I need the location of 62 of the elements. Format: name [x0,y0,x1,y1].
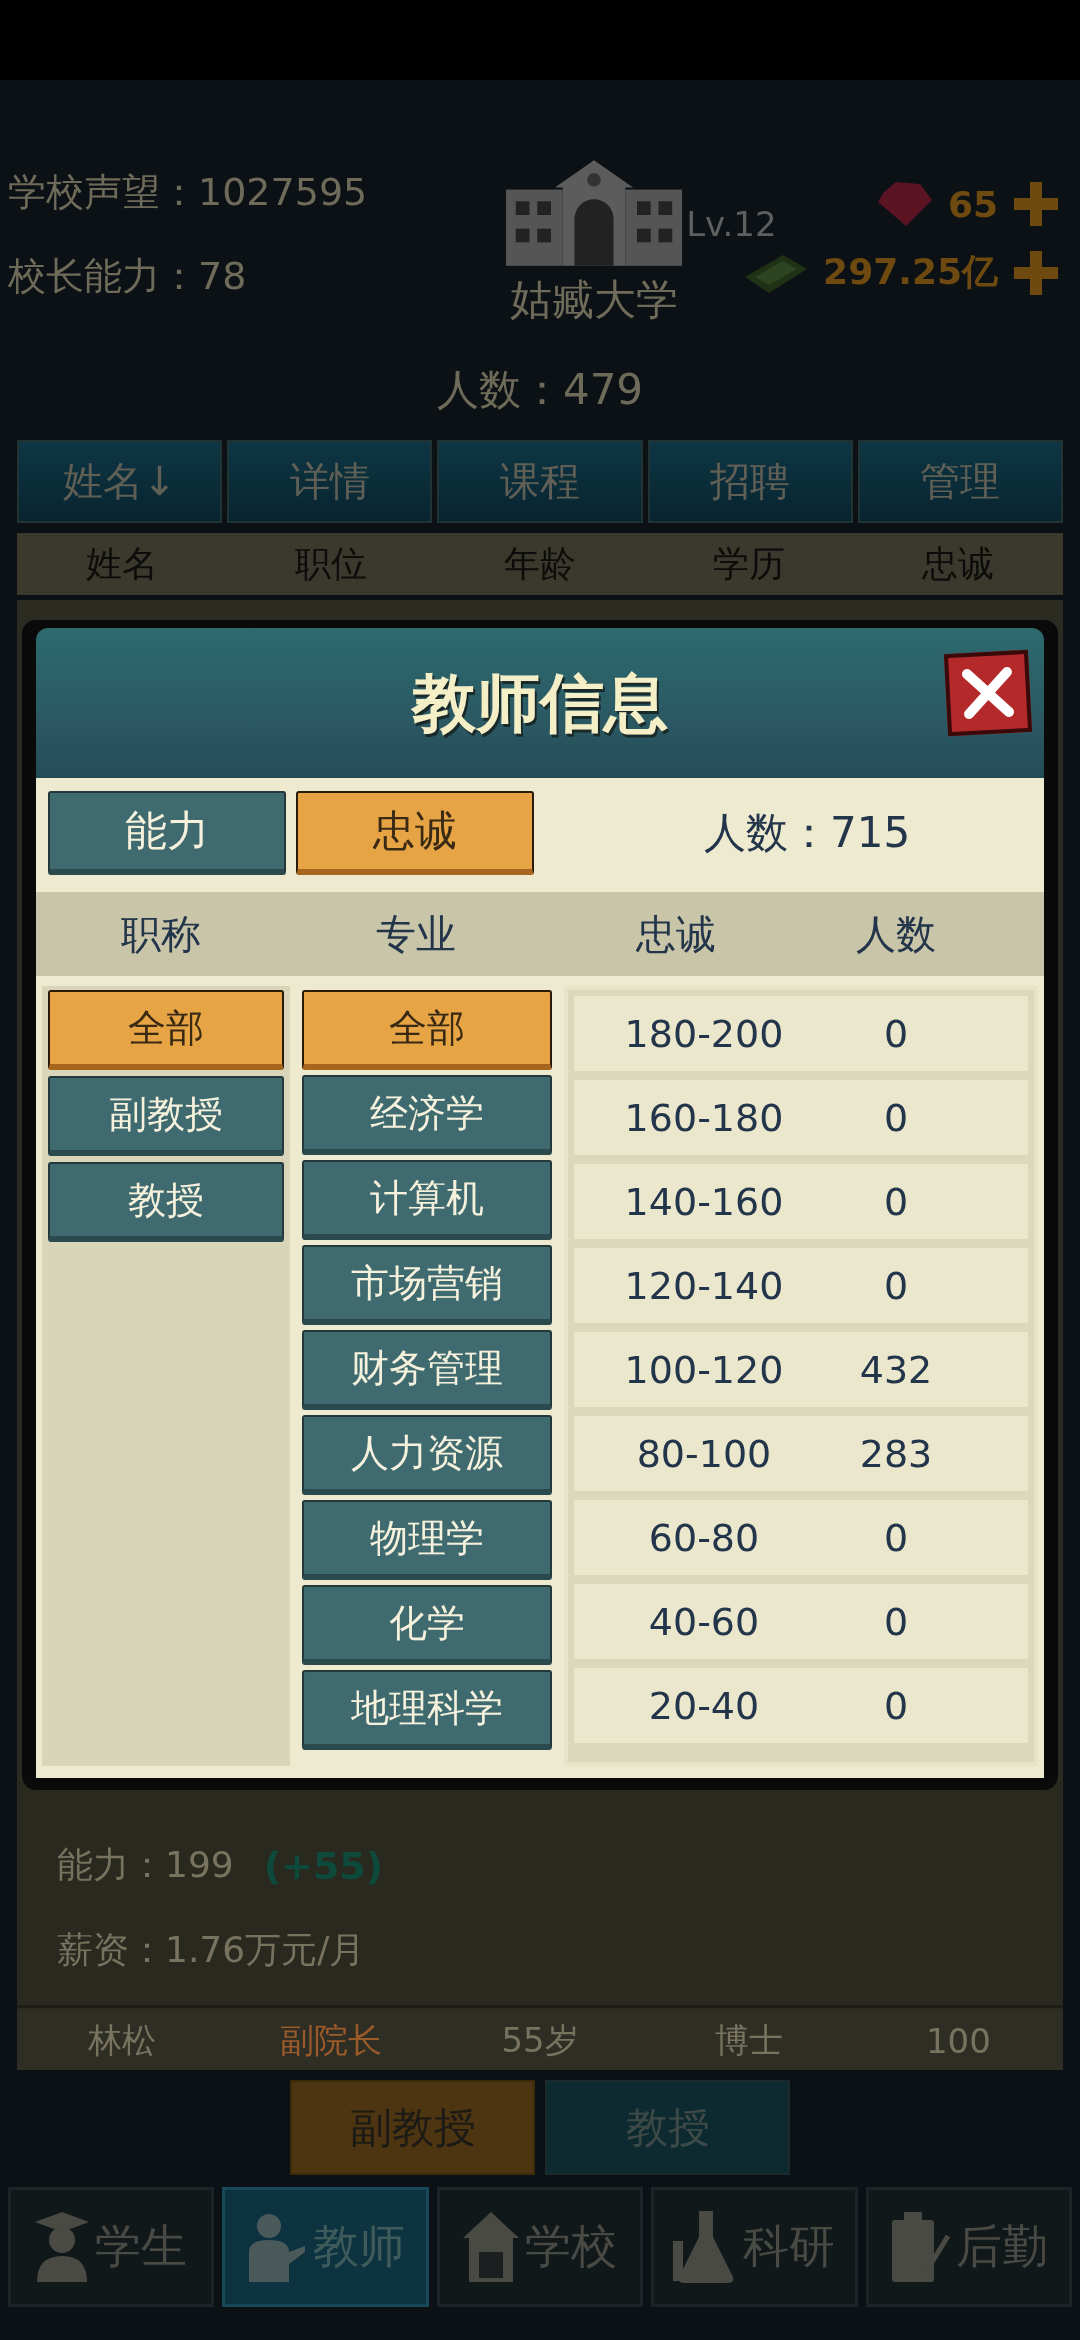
clipboard-icon [889,2212,950,2282]
major-filter-button[interactable]: 人力资源 [302,1415,552,1495]
mode-tab[interactable]: 忠诚 [296,791,534,875]
loyalty-range: 80-100 [635,1431,773,1476]
house-icon [463,2212,519,2282]
gem-icon [875,180,934,228]
teacher-count-cell-text: 0 [882,1515,910,1560]
major-filter-button[interactable]: 计算机 [302,1160,552,1240]
loyalty-range: 100-120 [623,1347,785,1392]
teacher-count-cell-text: 283 [858,1431,934,1476]
major-filter-button[interactable]: 市场营销 [302,1245,552,1325]
title-filter-button[interactable]: 教授 [48,1162,284,1242]
money-amount: 297.25亿 [823,250,998,294]
loyalty-range: 60-80 [647,1515,761,1560]
school-level: Lv.12 [686,204,777,244]
add-icon[interactable] [1012,180,1060,228]
teacher-count-cell-text: 432 [858,1347,934,1392]
ability-value: 能力：199 [57,1843,234,1887]
teacher-count-cell-text: 0 [882,1263,910,1308]
major-filter-button[interactable]: 财务管理 [302,1330,552,1410]
title-filter-button[interactable]: 副教授 [48,1076,284,1156]
loyalty-cell-text: 100 [924,2021,992,2061]
position-cell-text: 副院长 [278,2019,383,2062]
loyalty-range: 140-160 [623,1179,785,1224]
teacher-count-cell-text: 0 [882,1179,910,1224]
major-filter-button[interactable]: 化学 [302,1585,552,1665]
school-name: 姑臧大学 [510,274,679,326]
dialog-title: 教师信息 [412,664,668,742]
add-icon[interactable] [1012,248,1060,297]
loyalty-range: 20-40 [647,1683,761,1728]
loyalty-range: 180-200 [623,1011,785,1056]
major-filter-button[interactable]: 物理学 [302,1500,552,1580]
teacher-count-cell-text: 0 [882,1095,910,1140]
close-icon [960,665,1016,721]
title-filter-button[interactable]: 全部 [48,990,284,1070]
salary-value: 薪资：1.76万元/月 [57,1928,366,1972]
loyalty-range: 160-180 [623,1095,785,1140]
column-header: 职称 [120,909,202,959]
loyalty-range: 120-140 [623,1263,785,1308]
column-header: 忠诚 [635,909,717,959]
major-filter-button[interactable]: 地理科学 [302,1670,552,1750]
principal-ability-stat: 校长能力：78 [8,254,248,298]
column-header: 人数 [855,909,937,959]
degree-cell-text: 博士 [714,2019,785,2062]
gem-count: 65 [947,183,998,225]
loyalty-range: 40-60 [647,1599,761,1644]
name-cell-text: 林松 [86,2019,157,2062]
student-count: 人数：479 [435,364,645,416]
teacher-count-cell-text: 0 [882,1683,910,1728]
teacher-count: 人数：715 [704,807,911,859]
teacher-count-cell-text: 0 [882,1011,910,1056]
mode-tab[interactable]: 能力 [48,791,286,875]
teacher-count-cell-text: 0 [882,1599,910,1644]
major-filter-button[interactable]: 经济学 [302,1075,552,1155]
reputation-stat: 学校声望：1027595 [8,170,369,214]
teacher-icon [246,2212,307,2282]
major-filter-button[interactable]: 全部 [302,990,552,1070]
age-cell-text: 55岁 [500,2019,580,2062]
graduate-icon [35,2212,90,2282]
school-building-icon [506,160,683,268]
close-button[interactable] [943,649,1033,737]
column-header: 专业 [375,909,457,959]
